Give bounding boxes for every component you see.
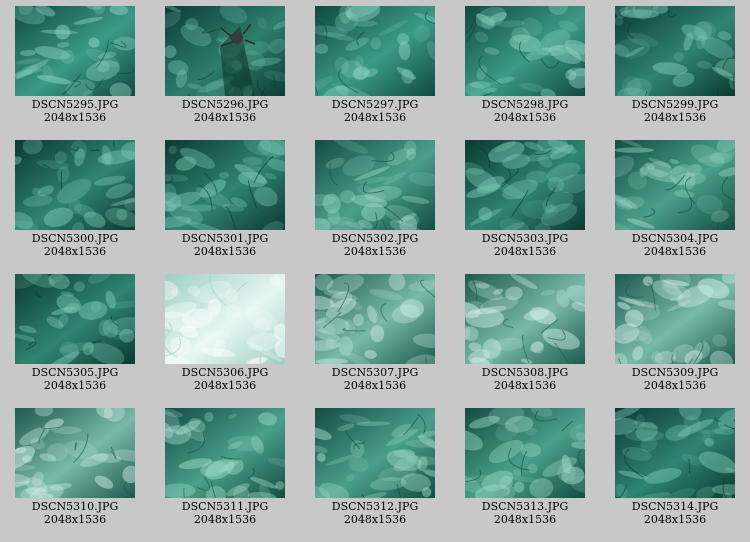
thumbnail-dimensions: 2048x1536 [493, 513, 557, 526]
thumbnail-gallery: DSCN5295.JPG 2048x1536 DSCN5296.JPG 2048x15… [0, 0, 750, 542]
thumbnail-item[interactable]: DSCN5308.JPG 2048x1536 [450, 274, 600, 392]
thumbnail-dimensions: 2048x1536 [493, 111, 557, 124]
thumbnail-item[interactable]: DSCN5309.JPG 2048x1536 [600, 274, 750, 392]
thumbnail-item[interactable]: DSCN5307.JPG 2048x1536 [300, 274, 450, 392]
thumbnail-dimensions: 2048x1536 [43, 379, 107, 392]
thumbnail-filename: DSCN5295.JPG [31, 98, 119, 111]
thumbnail-image[interactable] [615, 274, 735, 364]
thumbnail-filename: DSCN5311.JPG [181, 500, 269, 513]
thumbnail-filename: DSCN5307.JPG [331, 366, 419, 379]
thumbnail-item[interactable]: DSCN5297.JPG 2048x1536 [300, 6, 450, 124]
thumbnail-filename: DSCN5299.JPG [631, 98, 719, 111]
thumbnail-image[interactable] [315, 408, 435, 498]
thumbnail-dimensions: 2048x1536 [343, 111, 407, 124]
thumbnail-filename: DSCN5314.JPG [631, 500, 719, 513]
thumbnail-dimensions: 2048x1536 [343, 513, 407, 526]
thumbnail-image[interactable] [465, 274, 585, 364]
thumbnail-item[interactable]: DSCN5295.JPG 2048x1536 [0, 6, 150, 124]
thumbnail-filename: DSCN5302.JPG [331, 232, 419, 245]
thumbnail-filename: DSCN5313.JPG [481, 500, 569, 513]
thumbnail-item[interactable]: DSCN5305.JPG 2048x1536 [0, 274, 150, 392]
thumbnail-item[interactable]: DSCN5300.JPG 2048x1536 [0, 140, 150, 258]
thumbnail-item[interactable]: DSCN5313.JPG 2048x1536 [450, 408, 600, 526]
thumbnail-item[interactable]: DSCN5314.JPG 2048x1536 [600, 408, 750, 526]
thumbnail-dimensions: 2048x1536 [43, 513, 107, 526]
thumbnail-image[interactable] [165, 140, 285, 230]
thumbnail-dimensions: 2048x1536 [343, 245, 407, 258]
thumbnail-dimensions: 2048x1536 [43, 111, 107, 124]
thumbnail-filename: DSCN5312.JPG [331, 500, 419, 513]
thumbnail-image[interactable] [615, 140, 735, 230]
thumbnail-image[interactable] [15, 408, 135, 498]
thumbnail-image[interactable] [315, 140, 435, 230]
thumbnail-dimensions: 2048x1536 [193, 513, 257, 526]
thumbnail-image[interactable] [465, 140, 585, 230]
thumbnail-filename: DSCN5298.JPG [481, 98, 569, 111]
thumbnail-item[interactable]: DSCN5312.JPG 2048x1536 [300, 408, 450, 526]
thumbnail-dimensions: 2048x1536 [643, 513, 707, 526]
thumbnail-image[interactable] [465, 408, 585, 498]
thumbnail-filename: DSCN5296.JPG [181, 98, 269, 111]
thumbnail-image[interactable] [15, 6, 135, 96]
thumbnail-item[interactable]: DSCN5302.JPG 2048x1536 [300, 140, 450, 258]
thumbnail-filename: DSCN5301.JPG [181, 232, 269, 245]
thumbnail-item[interactable]: DSCN5298.JPG 2048x1536 [450, 6, 600, 124]
thumbnail-image[interactable] [465, 6, 585, 96]
thumbnail-dimensions: 2048x1536 [193, 111, 257, 124]
thumbnail-filename: DSCN5303.JPG [481, 232, 569, 245]
thumbnail-filename: DSCN5310.JPG [31, 500, 119, 513]
thumbnail-item[interactable]: DSCN5311.JPG 2048x1536 [150, 408, 300, 526]
thumbnail-image[interactable] [615, 6, 735, 96]
thumbnail-filename: DSCN5304.JPG [631, 232, 719, 245]
thumbnail-dimensions: 2048x1536 [493, 245, 557, 258]
thumbnail-image[interactable] [165, 6, 285, 96]
thumbnail-filename: DSCN5309.JPG [631, 366, 719, 379]
thumbnail-filename: DSCN5305.JPG [31, 366, 119, 379]
thumbnail-item[interactable]: DSCN5299.JPG 2048x1536 [600, 6, 750, 124]
thumbnail-item[interactable]: DSCN5296.JPG 2048x1536 [150, 6, 300, 124]
thumbnail-filename: DSCN5306.JPG [181, 366, 269, 379]
thumbnail-dimensions: 2048x1536 [193, 245, 257, 258]
thumbnail-image[interactable] [315, 274, 435, 364]
thumbnail-filename: DSCN5308.JPG [481, 366, 569, 379]
thumbnail-dimensions: 2048x1536 [43, 245, 107, 258]
thumbnail-dimensions: 2048x1536 [343, 379, 407, 392]
thumbnail-filename: DSCN5300.JPG [31, 232, 119, 245]
thumbnail-image[interactable] [615, 408, 735, 498]
thumbnail-image[interactable] [15, 274, 135, 364]
thumbnail-item[interactable]: DSCN5304.JPG 2048x1536 [600, 140, 750, 258]
thumbnail-dimensions: 2048x1536 [643, 379, 707, 392]
thumbnail-item[interactable]: DSCN5303.JPG 2048x1536 [450, 140, 600, 258]
thumbnail-image[interactable] [165, 274, 285, 364]
thumbnail-filename: DSCN5297.JPG [331, 98, 419, 111]
thumbnail-dimensions: 2048x1536 [493, 379, 557, 392]
thumbnail-image[interactable] [315, 6, 435, 96]
thumbnail-image[interactable] [15, 140, 135, 230]
thumbnail-image[interactable] [165, 408, 285, 498]
thumbnail-dimensions: 2048x1536 [643, 111, 707, 124]
thumbnail-dimensions: 2048x1536 [643, 245, 707, 258]
thumbnail-item[interactable]: DSCN5301.JPG 2048x1536 [150, 140, 300, 258]
thumbnail-item[interactable]: DSCN5310.JPG 2048x1536 [0, 408, 150, 526]
thumbnail-dimensions: 2048x1536 [193, 379, 257, 392]
thumbnail-item[interactable]: DSCN5306.JPG 2048x1536 [150, 274, 300, 392]
